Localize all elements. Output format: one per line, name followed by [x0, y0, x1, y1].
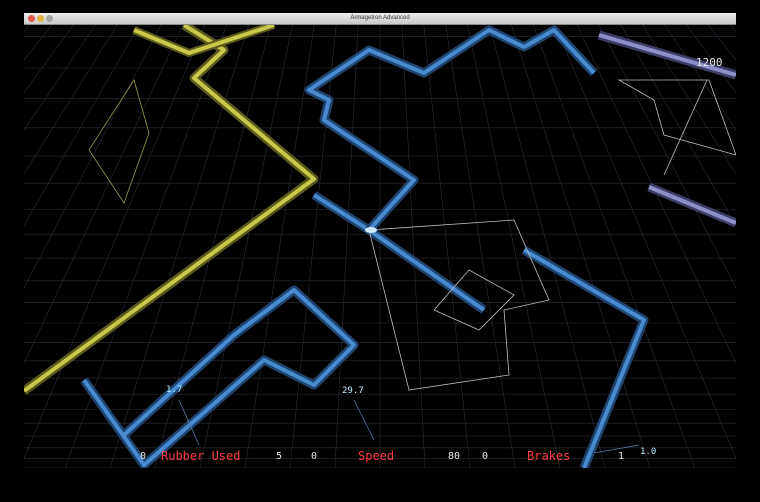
- rubber-min: 0: [140, 451, 147, 462]
- speed-value: 29.7: [342, 386, 364, 396]
- speed-min: 0: [311, 451, 318, 462]
- ring-outline: [617, 79, 736, 156]
- title-bar: Armagetron Advanced: [24, 13, 736, 25]
- score-display: 1200: [696, 56, 723, 69]
- brakes-needle: [593, 444, 640, 454]
- game-window: Armagetron Advanced 1200 1.7 0 Rubber Us…: [24, 13, 736, 468]
- brakes-max: 1: [618, 451, 625, 462]
- game-viewport[interactable]: 1200 1.7 0 Rubber Used 5 29.7 0 Speed 80…: [24, 13, 736, 468]
- rubber-max: 5: [276, 451, 283, 462]
- brakes-label: Brakes: [527, 449, 571, 463]
- window-title: Armagetron Advanced: [350, 15, 410, 21]
- player-light-cycle: [365, 227, 377, 233]
- blue-light-wall: [80, 25, 649, 468]
- brakes-value: 1.0: [640, 447, 657, 457]
- brakes-min: 0: [482, 451, 489, 462]
- speed-label: Speed: [358, 449, 395, 463]
- speed-needle: [353, 399, 375, 441]
- floor-grid: [24, 13, 736, 468]
- rubber-value: 1.7: [166, 385, 183, 395]
- speed-max: 80: [448, 451, 461, 462]
- arena-view: [24, 13, 736, 468]
- rubber-label: Rubber Used: [161, 449, 241, 463]
- yellow-light-wall: [24, 21, 319, 395]
